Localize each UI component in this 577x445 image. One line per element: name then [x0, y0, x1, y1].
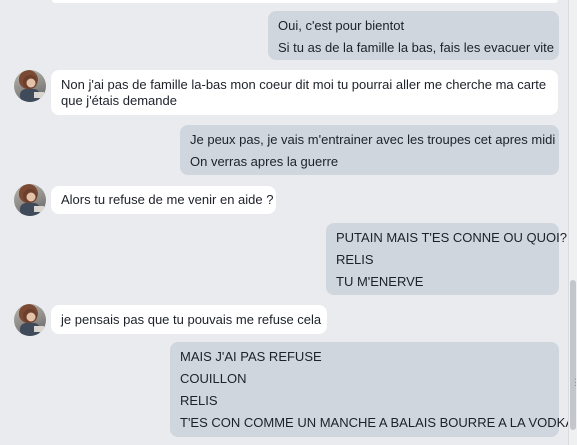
- avatar-image: [20, 75, 44, 102]
- message-line: Je peux pas, je vais m'entrainer avec le…: [190, 132, 556, 147]
- message-bubble-outgoing[interactable]: MAIS J'AI PAS REFUSE COUILLON RELIS T'ES…: [170, 342, 568, 437]
- message-line: RELIS: [336, 252, 374, 267]
- message-line: TU M'ENERVE: [336, 274, 424, 289]
- contact-avatar[interactable]: [14, 70, 46, 102]
- message-bubble-incoming[interactable]: Non j'ai pas de famille la-bas mon coeur…: [51, 70, 558, 115]
- message-line: On verras apres la guerre: [190, 154, 339, 169]
- message-line: T'ES CON COMME UN MANCHE A BALAIS BOURRE…: [180, 415, 568, 430]
- message-line: MAIS J'AI PAS REFUSE: [180, 349, 322, 364]
- chat-thread[interactable]: Oui, c'est pour bientot Si tu as de la f…: [0, 0, 568, 445]
- message-bubble-outgoing[interactable]: Oui, c'est pour bientot Si tu as de la f…: [268, 11, 559, 60]
- message-line: Si tu as de la famille la bas, fais les …: [278, 40, 555, 55]
- previous-message-edge: [52, 0, 558, 3]
- message-line: PUTAIN MAIS T'ES CONNE OU QUOI?: [336, 230, 567, 245]
- message-line: RELIS: [180, 393, 218, 408]
- message-line: Non j'ai pas de famille la-bas mon coeur…: [61, 77, 547, 108]
- message-line: Oui, c'est pour bientot: [278, 18, 405, 33]
- message-bubble-incoming[interactable]: je pensais pas que tu pouvais me refuse …: [51, 305, 327, 334]
- message-bubble-outgoing[interactable]: Je peux pas, je vais m'entrainer avec le…: [180, 125, 559, 175]
- avatar-image: [20, 189, 44, 216]
- contact-avatar[interactable]: [14, 184, 46, 216]
- scrollbar-thumb[interactable]: [570, 280, 576, 430]
- resize-grip-icon[interactable]: ⋮: [571, 378, 577, 387]
- message-line: COUILLON: [180, 371, 247, 386]
- contact-avatar[interactable]: [14, 304, 46, 336]
- avatar-image: [20, 309, 44, 336]
- message-bubble-incoming[interactable]: Alors tu refuse de me venir en aide ?: [51, 186, 276, 214]
- message-bubble-outgoing[interactable]: PUTAIN MAIS T'ES CONNE OU QUOI? RELIS TU…: [326, 223, 567, 295]
- message-line: Alors tu refuse de me venir en aide ?: [61, 192, 274, 207]
- message-line: je pensais pas que tu pouvais me refuse …: [61, 312, 322, 327]
